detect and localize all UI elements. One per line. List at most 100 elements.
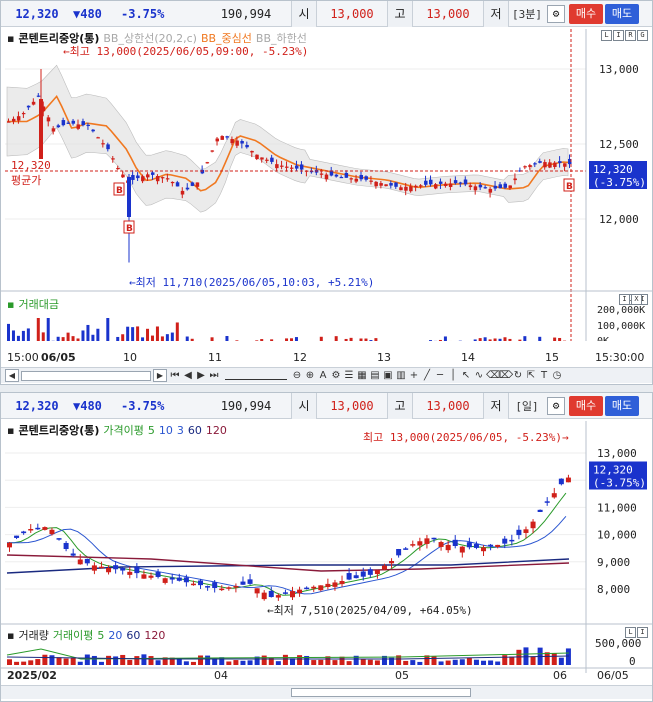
candle-body <box>443 183 448 187</box>
candle-body <box>116 167 120 170</box>
legend-bullet: ▪ <box>7 628 15 642</box>
first-icon[interactable]: ⏮ <box>169 370 181 381</box>
volume-ma-title[interactable]: 거래이평 <box>53 627 93 643</box>
v-line-icon[interactable]: │ <box>447 370 459 381</box>
expand-icon[interactable]: ⇱ <box>525 370 537 381</box>
volume-bar <box>349 337 353 341</box>
candle-body <box>16 116 21 121</box>
auto-scale-icon[interactable]: A <box>317 370 329 381</box>
h-line-icon[interactable]: ─ <box>434 370 446 381</box>
candle-body <box>247 579 253 584</box>
print-icon[interactable]: ▣ <box>382 370 394 381</box>
volume-bar <box>481 660 487 665</box>
volume-mode-buttons: L I <box>625 627 648 638</box>
time-axis: 2025/02 04 05 06 06/05 <box>1 669 652 685</box>
layout-icon[interactable]: ▥ <box>395 370 407 381</box>
scrollbar-thumb[interactable] <box>291 688 471 697</box>
volume-legend-title[interactable]: 거래량 <box>18 627 48 643</box>
scroll-left-button[interactable]: ◀ <box>5 369 19 382</box>
y-tick-label: 8,000 <box>597 583 630 596</box>
vol-mini-btn-i[interactable]: I <box>637 627 648 638</box>
volume-bar <box>185 336 189 341</box>
zoom-in-icon[interactable]: ⊕ <box>304 370 316 381</box>
x-label: 13 <box>377 351 391 364</box>
tools-icon[interactable]: T <box>538 370 550 381</box>
x-label: 15:00 <box>7 351 39 364</box>
candle-body <box>56 538 62 540</box>
table-icon[interactable]: ▦ <box>356 370 368 381</box>
scrollbar-track[interactable] <box>21 370 151 381</box>
prev-icon[interactable]: ◀ <box>182 370 194 381</box>
magnet-icon[interactable]: ∿ <box>473 370 485 381</box>
intraday-candle-chart[interactable]: ←최고 13,000(2025/06/05,09:00, -5.23%) ←최저 … <box>1 1 652 341</box>
crosshair-icon[interactable]: + <box>408 370 420 381</box>
volume-bar <box>438 339 442 341</box>
volume-bar <box>190 661 196 665</box>
vol-mini-btn-l[interactable]: L <box>625 627 636 638</box>
candle-body <box>503 183 507 188</box>
volume-bar <box>81 330 85 341</box>
volume-bar <box>198 655 204 665</box>
volume-bar <box>319 336 323 341</box>
refresh-icon[interactable]: ↻ <box>512 370 524 381</box>
volume-ma-5[interactable]: 5 <box>97 629 104 642</box>
volume-bar <box>148 656 154 665</box>
vol-mini-btn-close[interactable]: X <box>631 294 642 305</box>
y-tick-label: 9,000 <box>597 556 630 569</box>
indicator-icon[interactable]: ☰ <box>343 370 355 381</box>
volume-bar <box>16 335 20 341</box>
candle-body <box>106 567 112 573</box>
vol-mini-btn-restore[interactable]: I <box>619 294 630 305</box>
candle-body <box>111 158 115 160</box>
candle-body <box>410 544 416 546</box>
candle-body <box>86 124 90 127</box>
volume-bar <box>282 654 288 665</box>
volume-bar <box>493 338 497 341</box>
volume-ma-60[interactable]: 60 <box>126 629 140 642</box>
volume-bar <box>126 326 130 341</box>
candle-body <box>255 154 259 160</box>
volume-ma-120[interactable]: 120 <box>144 629 165 642</box>
candle-body <box>146 174 150 178</box>
delete-icon[interactable]: ⌦ <box>499 370 513 381</box>
volume-bar <box>120 654 126 665</box>
eraser-icon[interactable]: ⌫ <box>486 370 500 381</box>
x-label: 05 <box>395 669 409 682</box>
zoom-out-icon[interactable]: ⊖ <box>291 370 303 381</box>
candle-body <box>558 478 564 485</box>
candle-body <box>120 567 126 571</box>
last-icon[interactable]: ⏭ <box>208 370 220 381</box>
next-icon[interactable]: ▶ <box>195 370 207 381</box>
candle-body <box>81 121 85 126</box>
candle-body <box>533 163 537 165</box>
volume-bar <box>364 338 368 341</box>
volume-bar <box>116 336 120 341</box>
volume-ma-20[interactable]: 20 <box>108 629 122 642</box>
chart-scrollbar[interactable] <box>1 685 652 699</box>
cursor-icon[interactable]: ↖ <box>460 370 472 381</box>
candle-body <box>384 184 388 187</box>
volume-value-legend[interactable]: 거래대금 <box>18 296 58 312</box>
zoom-slider[interactable] <box>225 372 287 380</box>
x-label: 2025/02 <box>7 669 57 682</box>
panel-divider[interactable] <box>0 385 653 392</box>
save-icon[interactable]: ▤ <box>369 370 381 381</box>
trend-line-icon[interactable]: ╱ <box>421 370 433 381</box>
settings-icon[interactable]: ⚙ <box>330 370 342 381</box>
candle-body <box>66 122 71 124</box>
clock-icon[interactable]: ◷ <box>551 370 563 381</box>
volume-bar <box>11 330 15 341</box>
candle-body <box>127 177 131 217</box>
candle-body <box>508 185 512 189</box>
candle-body <box>473 544 479 548</box>
candle-body <box>346 573 352 580</box>
volume-bar <box>367 659 373 665</box>
candle-body <box>463 179 468 185</box>
candle-body <box>353 575 359 579</box>
candle-body <box>349 178 354 180</box>
volume-bar <box>190 338 194 341</box>
candle-body <box>558 161 562 163</box>
volume-bar <box>46 318 50 341</box>
scroll-right-button[interactable]: ▶ <box>153 369 167 382</box>
volume-bar <box>466 657 472 665</box>
